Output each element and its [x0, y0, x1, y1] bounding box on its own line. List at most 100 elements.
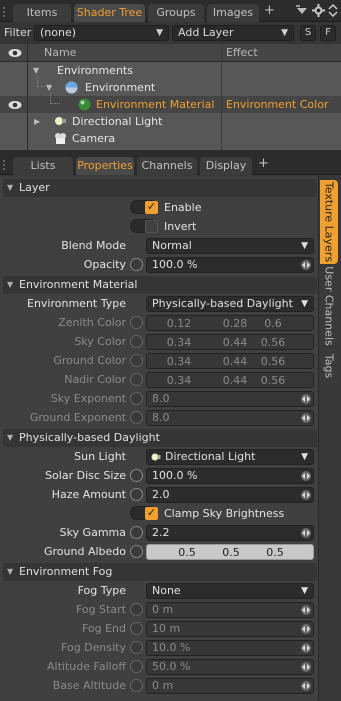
ground-exponent-animate-button[interactable]	[130, 411, 143, 424]
section-daylight[interactable]: ▼ Physically-based Daylight	[3, 429, 317, 447]
sky-exponent-animate-button[interactable]	[130, 392, 143, 405]
clamp-sky-brightness-checkbox[interactable]: ✓	[145, 507, 158, 520]
ground-color-field[interactable]: 0.34 0.44 0.56	[146, 353, 314, 369]
section-environment-material[interactable]: ▼ Environment Material	[3, 276, 317, 294]
haze-amount-field[interactable]: 2.0	[146, 487, 314, 503]
fog-density-field[interactable]: 10.0 %	[146, 640, 314, 656]
tab-channels[interactable]: Channels	[137, 157, 197, 175]
chevron-down-icon: ▼	[156, 28, 163, 38]
add-layer-dropdown[interactable]: Add Layer ▼	[172, 25, 294, 41]
sky-gamma-animate-button[interactable]	[130, 526, 143, 539]
ground-b[interactable]: 0.56	[245, 354, 301, 370]
sky-b[interactable]: 0.56	[245, 335, 301, 351]
environment-type-dropdown[interactable]: Physically-based Daylight ▼	[146, 296, 314, 312]
side-tab-tags[interactable]: Tags	[320, 348, 338, 384]
tab-images[interactable]: Images	[207, 4, 259, 22]
tree-row[interactable]: ▼ Environments	[0, 62, 341, 79]
tree-row[interactable]: Camera	[0, 130, 341, 147]
zenith-r[interactable]: 0.12	[151, 316, 207, 332]
gear-icon[interactable]	[312, 4, 325, 17]
zenith-b[interactable]: 0.6	[245, 316, 301, 332]
column-header-effect[interactable]: Effect	[226, 44, 258, 62]
expand-icon[interactable]	[328, 4, 339, 17]
altitude-falloff-field[interactable]: 50.0 %	[146, 659, 314, 675]
fog-end-field[interactable]: 10 m	[146, 621, 314, 637]
enable-checkbox[interactable]: ✓	[145, 201, 158, 214]
fog-type-dropdown[interactable]: None ▼	[146, 583, 314, 599]
add-tab-icon[interactable]: +	[264, 4, 275, 18]
stepper-arrows-icon[interactable]	[301, 681, 311, 691]
collapse-triangle-icon[interactable]: ▶	[34, 113, 40, 130]
base-altitude-field[interactable]: 0 m	[146, 678, 314, 694]
haze-amount-animate-button[interactable]	[130, 488, 143, 501]
add-tab-icon[interactable]: +	[258, 157, 269, 171]
panel-grip-icon[interactable]	[3, 5, 9, 19]
tab-display[interactable]: Display	[200, 157, 252, 175]
stepper-arrows-icon[interactable]	[301, 394, 311, 404]
blend-mode-dropdown[interactable]: Normal ▼	[146, 238, 314, 254]
tab-items[interactable]: Items	[13, 4, 71, 22]
nadir-b[interactable]: 0.56	[245, 373, 301, 389]
stepper-arrows-icon[interactable]	[301, 490, 311, 500]
zenith-color-animate-button[interactable]	[130, 316, 143, 329]
column-divider	[221, 44, 222, 150]
opacity-field[interactable]: 100.0 %	[146, 257, 314, 273]
side-tab-user-channels[interactable]: User Channels	[320, 266, 338, 346]
grid-menu-icon[interactable]	[296, 5, 308, 17]
panel-grip-icon[interactable]	[3, 158, 9, 172]
stepper-arrows-icon[interactable]	[301, 528, 311, 538]
nadir-r[interactable]: 0.34	[151, 373, 207, 389]
tab-groups[interactable]: Groups	[148, 4, 204, 22]
sky-exponent-field[interactable]: 8.0	[146, 391, 314, 407]
stepper-arrows-icon[interactable]	[301, 643, 311, 653]
ground-r[interactable]: 0.34	[151, 354, 207, 370]
tab-shader-tree[interactable]: Shader Tree	[74, 4, 145, 22]
stepper-arrows-icon[interactable]	[301, 413, 311, 423]
ground-albedo-b[interactable]: 0.5	[247, 545, 303, 561]
stepper-arrows-icon[interactable]	[301, 624, 311, 634]
zenith-color-field[interactable]: 0.12 0.28 0.6	[146, 315, 314, 331]
tab-properties[interactable]: Properties	[76, 157, 134, 175]
filter-label: Filter	[4, 26, 32, 39]
column-header-name[interactable]: Name	[44, 44, 76, 62]
opacity-animate-button[interactable]	[130, 258, 143, 271]
s-button[interactable]: S	[300, 25, 316, 41]
opacity-label: Opacity	[83, 258, 126, 271]
fog-density-animate-button[interactable]	[130, 641, 143, 654]
sky-gamma-field[interactable]: 2.2	[146, 525, 314, 541]
light-icon	[151, 453, 161, 461]
base-altitude-animate-button[interactable]	[130, 679, 143, 692]
nadir-color-field[interactable]: 0.34 0.44 0.56	[146, 372, 314, 388]
solar-disc-animate-button[interactable]	[130, 469, 143, 482]
sun-light-dropdown[interactable]: Directional Light ▼	[146, 449, 314, 465]
ground-color-animate-button[interactable]	[130, 354, 143, 367]
stepper-arrows-icon[interactable]	[301, 662, 311, 672]
blend-mode-label: Blend Mode	[61, 239, 126, 252]
stepper-arrows-icon[interactable]	[301, 260, 311, 270]
filter-dropdown[interactable]: (none) ▼	[34, 25, 169, 41]
stepper-arrows-icon[interactable]	[301, 471, 311, 481]
tab-lists[interactable]: Lists	[13, 157, 73, 175]
ground-albedo-animate-button[interactable]	[130, 545, 143, 558]
section-environment-fog[interactable]: ▼ Environment Fog	[3, 563, 317, 581]
tree-row[interactable]: ▶ Directional Light	[0, 113, 341, 130]
stepper-arrows-icon[interactable]	[301, 605, 311, 615]
fog-start-animate-button[interactable]	[130, 603, 143, 616]
sky-color-animate-button[interactable]	[130, 335, 143, 348]
solar-disc-size-field[interactable]: 100.0 %	[146, 468, 314, 484]
nadir-color-animate-button[interactable]	[130, 373, 143, 386]
fog-end-animate-button[interactable]	[130, 622, 143, 635]
f-button[interactable]: F	[320, 25, 336, 41]
altitude-falloff-animate-button[interactable]	[130, 660, 143, 673]
invert-checkbox[interactable]	[145, 220, 158, 233]
clamp-sky-brightness-label: Clamp Sky Brightness	[164, 507, 285, 520]
fog-start-field[interactable]: 0 m	[146, 602, 314, 618]
tree-row[interactable]: Environment Material Environment Color	[0, 93, 341, 113]
fog-start-label: Fog Start	[75, 603, 126, 616]
ground-exponent-field[interactable]: 8.0	[146, 410, 314, 426]
section-layer[interactable]: ▼ Layer	[3, 179, 317, 197]
sky-r[interactable]: 0.34	[151, 335, 207, 351]
side-tab-texture-layers[interactable]: Texture Layers	[320, 180, 338, 264]
ground-albedo-field[interactable]: 0.5 0.5 0.5	[146, 544, 314, 560]
sky-color-field[interactable]: 0.34 0.44 0.56	[146, 334, 314, 350]
